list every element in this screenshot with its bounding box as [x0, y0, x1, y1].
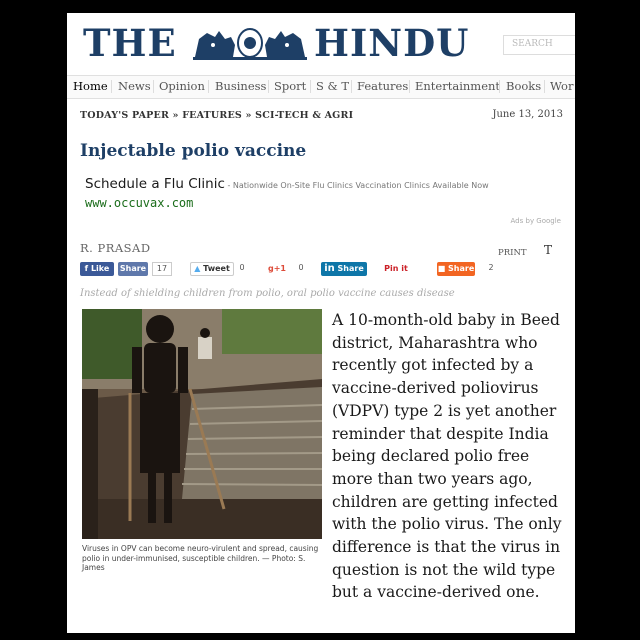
photo-caption: Viruses in OPV can become neuro-virulent… — [82, 544, 319, 572]
byline[interactable]: R. PRASAD — [80, 241, 151, 255]
share-icon: ■ — [437, 264, 449, 273]
google-plus-count: 0 — [295, 262, 307, 274]
share-bar: f Like Share 17 ▲ Tweet 0 g+1 0 in Share… — [80, 262, 560, 278]
search-label: SEARCH — [512, 39, 553, 49]
nav-item-opinion[interactable]: Opinion — [159, 79, 205, 93]
ad-separator: - — [224, 181, 233, 190]
google-plus-button[interactable]: g+1 — [266, 262, 288, 276]
like-label: Like — [90, 264, 110, 273]
masthead: THE HINDU SEARCH — [67, 13, 575, 75]
linkedin-share-button[interactable]: in Share — [321, 262, 367, 276]
article-headline: Injectable polio vaccine — [80, 141, 307, 161]
facebook-like-button[interactable]: f Like — [80, 262, 114, 276]
publish-date: June 13, 2013 — [492, 109, 563, 120]
tweet-label: Tweet — [203, 264, 230, 273]
nav-item-world[interactable]: Wor — [550, 79, 573, 93]
breadcrumb[interactable]: TODAY'S PAPER » FEATURES » SCI-TECH & AG… — [80, 110, 353, 121]
nav-divider — [310, 80, 311, 93]
facebook-share-count: 17 — [152, 262, 172, 276]
masthead-the[interactable]: THE — [83, 21, 177, 65]
linkedin-icon: in — [324, 263, 335, 274]
tweet-count: 0 — [236, 262, 248, 274]
ad-title[interactable]: Schedule a Flu Clinic — [85, 176, 225, 192]
nav-item-sport[interactable]: Sport — [274, 79, 306, 93]
nav-divider — [268, 80, 269, 93]
share-label: Share — [448, 264, 475, 273]
nav-item-home[interactable]: Home — [73, 79, 108, 93]
emblem-icon — [193, 28, 307, 60]
nav-divider — [544, 80, 545, 93]
article-subheading: Instead of shielding children from polio… — [80, 288, 455, 299]
article-page: THE HINDU SEARCH Home News Opinion Busin… — [67, 13, 575, 633]
facebook-share-button[interactable]: Share — [118, 262, 148, 276]
nav-divider — [499, 80, 500, 93]
nav-item-books[interactable]: Books — [506, 79, 541, 93]
share-count: 2 — [484, 262, 498, 274]
print-button[interactable]: PRINT — [498, 248, 527, 258]
search-input[interactable]: SEARCH — [503, 35, 575, 55]
nav-divider — [111, 80, 112, 93]
pinterest-pin-button[interactable]: Pin it — [382, 262, 410, 276]
tweet-button[interactable]: ▲ Tweet — [190, 262, 234, 276]
nav-divider — [351, 80, 352, 93]
ad-description: Nationwide On-Site Flu Clinics Vaccinati… — [232, 181, 489, 190]
ad-url-link[interactable]: www.occuvax.com — [85, 196, 193, 210]
twitter-bird-icon: ▲ — [194, 264, 204, 273]
nav-item-features[interactable]: Features — [357, 79, 408, 93]
main-nav: Home News Opinion Business Sport S & T F… — [67, 75, 575, 99]
article-photo[interactable] — [82, 309, 322, 539]
font-size-button[interactable]: T — [544, 243, 552, 257]
article-body: A 10-month-old baby in Beed district, Ma… — [332, 311, 562, 602]
ads-by-google[interactable]: Ads by Google — [511, 217, 561, 225]
share-button[interactable]: ■ Share — [437, 262, 475, 276]
nav-item-news[interactable]: News — [118, 79, 151, 93]
nav-divider — [208, 80, 209, 93]
nav-item-business[interactable]: Business — [215, 79, 266, 93]
nav-divider — [153, 80, 154, 93]
nav-item-s-and-t[interactable]: S & T — [316, 79, 349, 93]
linkedin-label: Share — [337, 264, 364, 273]
nav-divider — [409, 80, 410, 93]
masthead-hindu[interactable]: HINDU — [314, 21, 469, 65]
nav-item-entertainment[interactable]: Entertainment — [415, 79, 500, 93]
ad-block[interactable]: Schedule a Flu Clinic - Nationwide On-Si… — [85, 176, 489, 192]
